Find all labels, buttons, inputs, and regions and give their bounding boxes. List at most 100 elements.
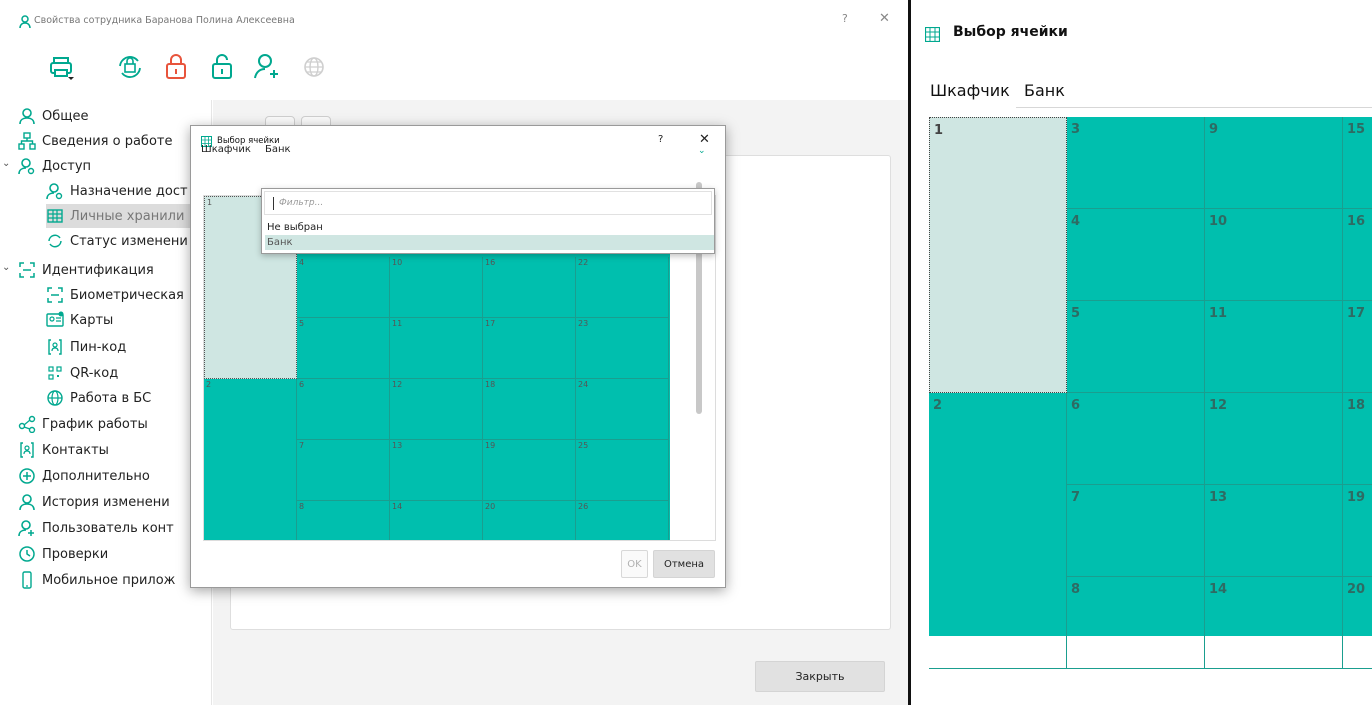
- dropdown-option[interactable]: Банк: [265, 235, 714, 250]
- locker-cell[interactable]: 10: [390, 257, 483, 318]
- locker-cell[interactable]: 19: [483, 440, 576, 501]
- locker-cell[interactable]: 22: [576, 257, 669, 318]
- locker-combobox[interactable]: Банк: [1024, 81, 1065, 100]
- ok-button[interactable]: OK: [621, 550, 648, 578]
- sidebar-item-mobile-app[interactable]: Мобильное прилож: [18, 568, 175, 592]
- locker-cell[interactable]: 1: [929, 117, 1067, 393]
- locker-label: Шкафчик: [201, 144, 251, 155]
- chevron-down-icon[interactable]: ⌄: [2, 158, 10, 169]
- sidebar-item-label: Мобильное прилож: [42, 572, 176, 588]
- locker-cell[interactable]: 12: [390, 379, 483, 440]
- locker-cell[interactable]: 18: [483, 379, 576, 440]
- dialog-help-button[interactable]: ?: [658, 134, 663, 145]
- sidebar-item-access-assignment[interactable]: Назначение дост: [46, 179, 188, 203]
- combobox-underline: [1016, 107, 1372, 108]
- sidebar-item-pin[interactable]: Пин-код: [46, 335, 126, 359]
- qr-icon: [48, 366, 62, 380]
- help-button[interactable]: ?: [842, 12, 848, 25]
- filter-input[interactable]: Фильтр...: [264, 191, 712, 215]
- printer-icon[interactable]: [46, 50, 78, 84]
- locker-cell[interactable]: 25: [576, 440, 669, 501]
- locker-cell[interactable]: 6: [297, 379, 390, 440]
- cell-selection-dialog: Выбор ячейки ? ✕ Шкафчик Банк ⌄ 12456781…: [190, 125, 726, 588]
- sidebar-item-label: Карты: [70, 312, 114, 328]
- locker-cell[interactable]: 13: [390, 440, 483, 501]
- locker-cell[interactable]: 5: [297, 318, 390, 379]
- locker-cell[interactable]: 15: [1343, 117, 1372, 209]
- locker-cell[interactable]: 16: [1343, 209, 1372, 301]
- sidebar-item-change-status[interactable]: Статус изменени: [46, 229, 188, 253]
- dialog-close-icon[interactable]: ✕: [699, 132, 710, 147]
- globe-icon[interactable]: [298, 50, 330, 84]
- sidebar-item-identification[interactable]: ⌄ Идентификация: [2, 258, 154, 282]
- sidebar-item-work-info[interactable]: Сведения о работе: [18, 129, 172, 153]
- locker-combobox[interactable]: Банк: [265, 144, 291, 155]
- sidebar-item-qr[interactable]: QR-код: [46, 361, 118, 385]
- sidebar-item-biometric[interactable]: Биометрическая: [46, 283, 184, 307]
- sidebar-item-bs-work[interactable]: Работа в БС: [46, 386, 151, 410]
- sidebar-item-label: Дополнительно: [42, 468, 150, 484]
- locker-cell[interactable]: 11: [390, 318, 483, 379]
- sidebar-item-cards[interactable]: Карты: [46, 308, 113, 332]
- locker-dropdown-list: Фильтр... Не выбран Банк: [261, 188, 715, 254]
- sidebar-item-access[interactable]: ⌄ Доступ: [2, 154, 92, 178]
- sidebar-item-label: Общее: [42, 108, 89, 124]
- sidebar-item-label: Пользователь конт: [42, 520, 174, 536]
- locker-cell[interactable]: 24: [576, 379, 669, 440]
- locker-cell[interactable]: 23: [576, 318, 669, 379]
- locker-cell[interactable]: 12: [1205, 393, 1343, 485]
- sidebar-item-contacts[interactable]: Контакты: [18, 438, 109, 462]
- close-icon[interactable]: ✕: [879, 11, 890, 26]
- locker-cell[interactable]: 18: [1343, 393, 1372, 485]
- close-window-button[interactable]: Закрыть: [755, 661, 885, 692]
- locker-cell[interactable]: 17: [483, 318, 576, 379]
- locker-cell[interactable]: 7: [297, 440, 390, 501]
- locker-cell[interactable]: 14: [1205, 577, 1343, 669]
- locker-cell[interactable]: 6: [1067, 393, 1205, 485]
- locker-cell[interactable]: 20: [1343, 577, 1372, 669]
- chevron-down-icon[interactable]: ⌄: [2, 262, 10, 273]
- locker-cell[interactable]: 11: [1205, 301, 1343, 393]
- locker-cell[interactable]: 3: [1067, 117, 1205, 209]
- sidebar-item-personal-storage[interactable]: Личные хранили: [46, 204, 212, 228]
- sidebar-item-history[interactable]: История изменени: [18, 490, 170, 514]
- sync-icon: [48, 234, 62, 248]
- sidebar-item-label: График работы: [42, 416, 148, 432]
- locker-cell[interactable]: 2: [929, 393, 1067, 669]
- locker-cell[interactable]: 19: [1343, 485, 1372, 577]
- locker-cell[interactable]: 7: [1067, 485, 1205, 577]
- refresh-lock-icon[interactable]: [114, 50, 146, 84]
- locker-cell[interactable]: 26: [576, 501, 669, 540]
- lock-icon[interactable]: [160, 50, 192, 84]
- locker-cell[interactable]: 8: [1067, 577, 1205, 669]
- locker-cell[interactable]: 4: [1067, 209, 1205, 301]
- sidebar-item-label: Доступ: [42, 158, 92, 174]
- user-add-icon[interactable]: [252, 50, 284, 84]
- locker-cell[interactable]: 17: [1343, 301, 1372, 393]
- filter-placeholder: Фильтр...: [279, 198, 324, 208]
- sidebar-item-schedule[interactable]: График работы: [18, 412, 148, 436]
- sidebar-item-label: Статус изменени: [70, 233, 188, 249]
- org-icon: [18, 132, 36, 150]
- locker-cell[interactable]: 13: [1205, 485, 1343, 577]
- locker-cell[interactable]: 16: [483, 257, 576, 318]
- locker-cell[interactable]: 20: [483, 501, 576, 540]
- locker-cell[interactable]: 10: [1205, 209, 1343, 301]
- sidebar-item-label: Назначение дост: [70, 183, 188, 199]
- sidebar-item-checks[interactable]: Проверки: [18, 542, 108, 566]
- locker-cell[interactable]: 4: [297, 257, 390, 318]
- locker-cell[interactable]: 2: [204, 379, 297, 540]
- sidebar-item-general[interactable]: Общее: [18, 104, 89, 128]
- sidebar-item-additional[interactable]: Дополнительно: [18, 464, 150, 488]
- locker-cell[interactable]: 8: [297, 501, 390, 540]
- locker-cell[interactable]: 14: [390, 501, 483, 540]
- unlock-icon[interactable]: [206, 50, 238, 84]
- sidebar-item-label: Биометрическая: [70, 287, 184, 303]
- locker-cell[interactable]: 9: [1205, 117, 1343, 209]
- locker-cell[interactable]: 5: [1067, 301, 1205, 393]
- chevron-down-icon[interactable]: ⌄: [698, 146, 706, 156]
- grid-icon: [925, 27, 940, 42]
- cancel-button[interactable]: Отмена: [653, 550, 715, 578]
- sidebar-item-control-user[interactable]: Пользователь конт: [18, 516, 174, 540]
- dropdown-option[interactable]: Не выбран: [265, 220, 714, 235]
